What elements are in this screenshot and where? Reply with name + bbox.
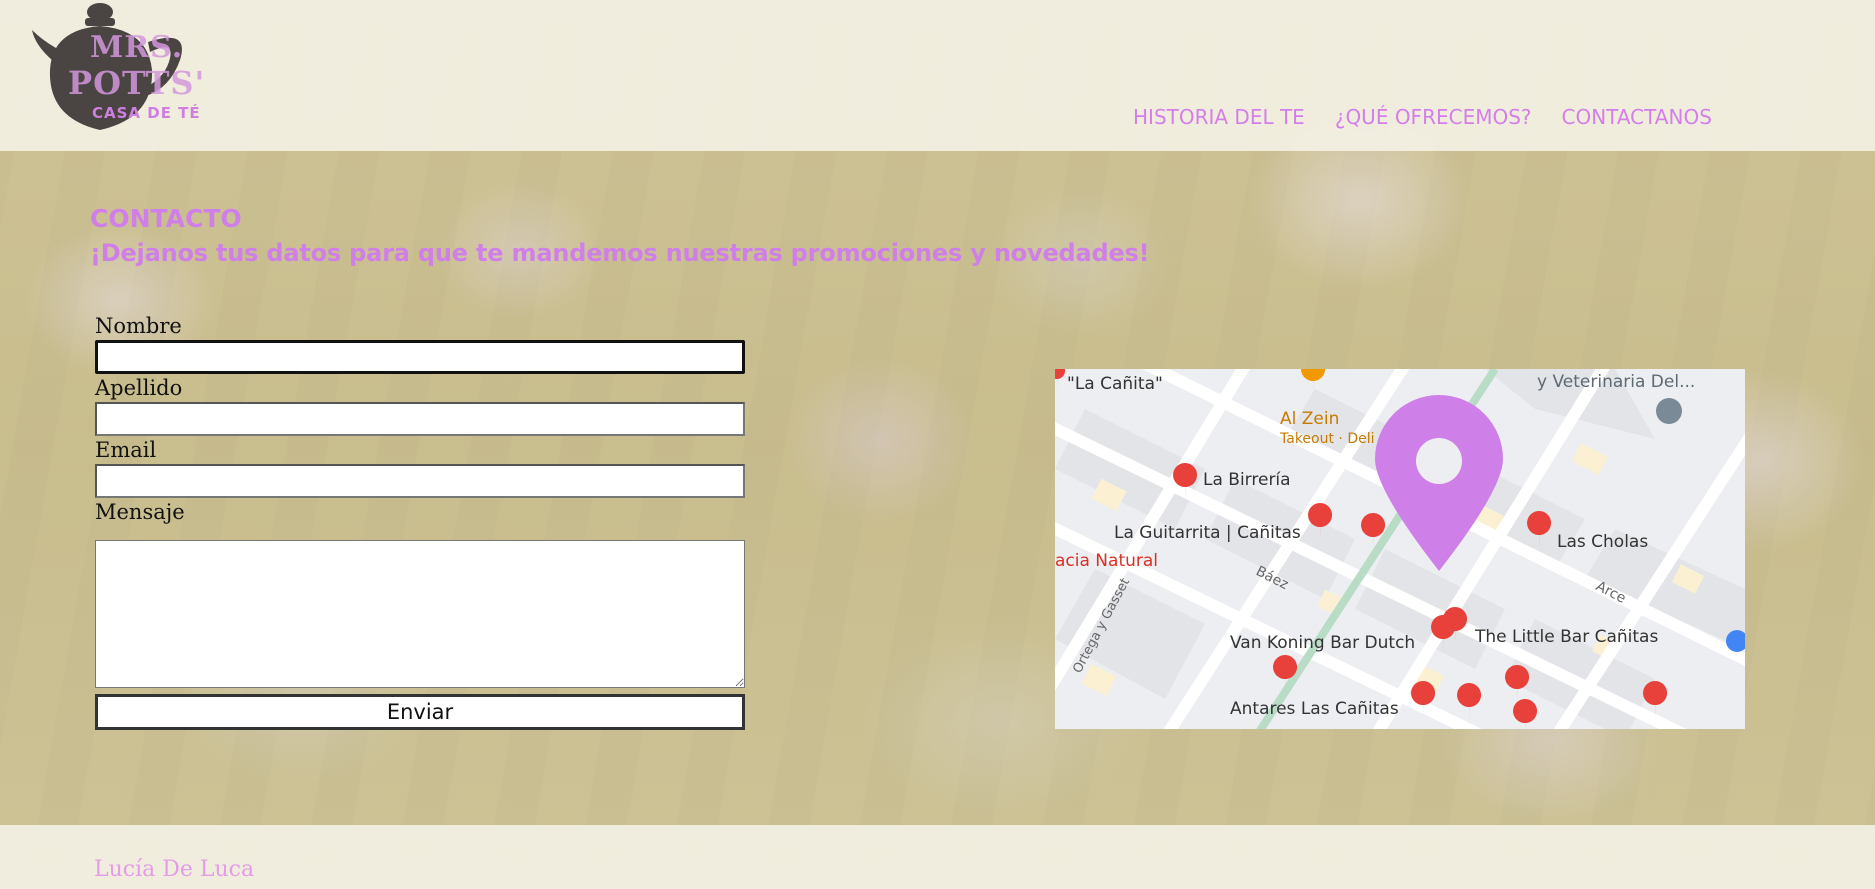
nombre-input[interactable] xyxy=(95,340,745,374)
map-image[interactable]: "La Cañita" Al Zein Takeout · Deli y Vet… xyxy=(1055,369,1745,729)
nav-contactanos[interactable]: CONTACTANOS xyxy=(1562,105,1712,129)
nav-ofrecemos[interactable]: ¿QUÉ OFRECEMOS? xyxy=(1335,105,1532,129)
apellido-input[interactable] xyxy=(95,402,745,436)
mensaje-textarea[interactable] xyxy=(95,540,745,688)
logo-line-3: CASA DE TÉ xyxy=(92,104,201,122)
map-place-label: Van Koning Bar Dutch xyxy=(1230,633,1415,653)
email-input[interactable] xyxy=(95,464,745,498)
footer-author: Lucía De Luca xyxy=(94,857,255,882)
enviar-button[interactable]: Enviar xyxy=(95,694,745,730)
map-place-label: Antares Las Cañitas xyxy=(1230,699,1399,719)
main-nav: HISTORIA DEL TE ¿QUÉ OFRECEMOS? CONTACTA… xyxy=(1133,105,1712,129)
mensaje-label: Mensaje xyxy=(95,500,185,524)
map-place-label: acia Natural xyxy=(1055,551,1158,571)
page-subtitle: ¡Dejanos tus datos para que te mandemos … xyxy=(90,239,1150,267)
map-place-label: Las Cholas xyxy=(1557,532,1648,552)
logo-line-1: MRS. xyxy=(90,30,184,65)
logo-line-2: POTTS' xyxy=(68,64,206,102)
map-place-label: "La Cañita" xyxy=(1067,374,1163,394)
map-place-label: La Birrería xyxy=(1203,470,1291,490)
map-place-label: La Guitarrita | Cañitas xyxy=(1114,523,1301,543)
footer xyxy=(0,825,1875,889)
contact-form: Nombre Apellido Email Mensaje Enviar xyxy=(95,312,745,730)
map-place-label: Takeout · Deli xyxy=(1279,431,1375,447)
page-title: CONTACTO xyxy=(90,204,242,233)
apellido-label: Apellido xyxy=(95,376,183,400)
logo[interactable]: MRS. POTTS' CASA DE TÉ xyxy=(30,0,230,135)
email-label: Email xyxy=(95,438,157,462)
map-place-label: Al Zein xyxy=(1280,409,1339,429)
nombre-label: Nombre xyxy=(95,314,182,338)
map-place-label: The Little Bar Cañitas xyxy=(1474,627,1658,647)
nav-historia[interactable]: HISTORIA DEL TE xyxy=(1133,105,1305,129)
map-place-label: y Veterinaria Del... xyxy=(1537,372,1695,392)
